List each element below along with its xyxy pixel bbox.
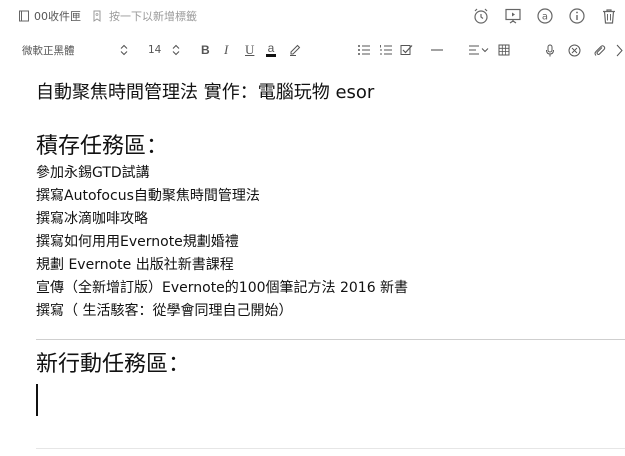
underline-button[interactable]: U xyxy=(245,42,254,58)
bullet-list-icon[interactable] xyxy=(357,42,371,58)
bold-button[interactable]: B xyxy=(201,42,210,58)
notebook-icon xyxy=(18,10,30,22)
horizontal-rule-icon[interactable] xyxy=(430,42,444,58)
at-icon[interactable]: a xyxy=(535,6,555,26)
tag-input[interactable]: 按一下以新增標籤 xyxy=(91,8,197,24)
list-item: 撰寫Autofocus自動聚焦時間管理法 xyxy=(36,188,260,204)
footer-divider xyxy=(36,448,625,449)
list-item: 撰寫（ 生活駭客：從學會同理自己開始） xyxy=(36,303,293,319)
table-icon[interactable] xyxy=(498,42,510,58)
trash-icon[interactable] xyxy=(599,6,619,26)
numbered-list-icon[interactable] xyxy=(379,42,393,58)
note-title-line: 自動聚焦時間管理法 實作：電腦玩物 esor xyxy=(36,82,375,103)
list-item: 撰寫如何用用Evernote規劃婚禮 xyxy=(36,234,239,250)
attachment-icon[interactable] xyxy=(593,42,606,58)
link-icon[interactable] xyxy=(568,42,581,58)
notebook-selector[interactable]: 00收件匣 xyxy=(18,8,81,24)
font-chevron-icon[interactable] xyxy=(120,42,128,58)
backlog-list: 參加永錫GTD試講 撰寫Autofocus自動聚焦時間管理法 撰寫冰滴咖啡攻略 … xyxy=(36,162,625,323)
tag-icon xyxy=(91,10,103,23)
font-family-select[interactable]: 微軟正黑體 xyxy=(22,42,75,58)
reminder-icon[interactable] xyxy=(471,6,491,26)
backlog-heading: 積存任務區： xyxy=(36,134,169,159)
more-tools-icon[interactable] xyxy=(616,42,625,58)
notebook-label: 00收件匣 xyxy=(34,10,81,23)
info-icon[interactable] xyxy=(567,6,587,26)
note-body[interactable]: 自動聚焦時間管理法 實作：電腦玩物 esor 積存任務區： 參加永錫GTD試講 … xyxy=(36,80,625,323)
new-actions-heading: 新行動任務區： xyxy=(36,352,191,377)
list-item: 參加永錫GTD試講 xyxy=(36,165,150,181)
note-header: 00收件匣 按一下以新增標籤 a xyxy=(0,0,625,34)
horizontal-divider xyxy=(36,339,625,340)
font-size-select[interactable]: 14 xyxy=(148,42,161,58)
text-color-button[interactable]: a xyxy=(266,42,276,58)
align-dropdown-icon[interactable] xyxy=(468,42,490,58)
checkbox-icon[interactable] xyxy=(400,42,413,58)
list-item: 規劃 Evernote 出版社新書課程 xyxy=(36,257,234,273)
highlighter-icon[interactable] xyxy=(289,42,301,58)
italic-button[interactable]: I xyxy=(224,42,228,58)
list-item: 宣傳（全新增訂版）Evernote的100個筆記方法 2016 新書 xyxy=(36,280,409,296)
svg-text:a: a xyxy=(542,12,548,23)
microphone-icon[interactable] xyxy=(545,42,555,58)
text-cursor[interactable] xyxy=(36,384,38,416)
text-color-swatch xyxy=(266,54,276,57)
tag-placeholder: 按一下以新增標籤 xyxy=(109,10,197,23)
format-toolbar: 微軟正黑體 14 B I U a xyxy=(0,36,625,64)
present-icon[interactable] xyxy=(503,6,523,26)
text-color-label: a xyxy=(267,41,275,55)
size-chevron-icon[interactable] xyxy=(172,42,180,58)
list-item: 撰寫冰滴咖啡攻略 xyxy=(36,211,148,227)
